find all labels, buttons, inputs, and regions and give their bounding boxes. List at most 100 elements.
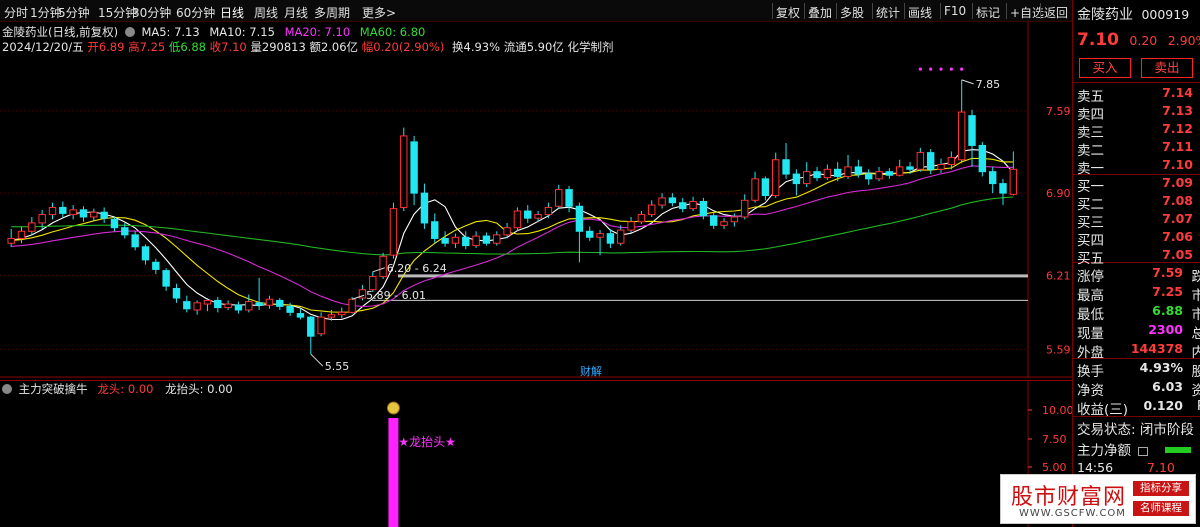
candle-up — [1009, 168, 1018, 195]
bar-close: 收7.10 — [209, 40, 247, 54]
candle-up — [544, 206, 553, 216]
candlestick-chart[interactable]: 7.59 6.90 6.21 5.59 7.85 5.55 6.20 - 6.24 5.89 … — [0, 22, 1072, 378]
candle-up — [689, 200, 697, 210]
candle-up — [658, 197, 666, 206]
dragon-raise-value: 龙抬头: 0.00 — [165, 382, 233, 396]
ask-row-value: 7.10 — [1162, 157, 1193, 172]
annotation-leader — [961, 79, 974, 85]
candle-up — [957, 111, 966, 161]
bid-row-value: 7.09 — [1162, 175, 1193, 190]
candle-down — [968, 115, 976, 146]
ma5-value: MA5: 7.13 — [141, 25, 200, 39]
candle-up — [7, 237, 15, 244]
candle-down — [121, 227, 129, 236]
stat-row-value: 6.88 — [1152, 303, 1183, 318]
tool-button-0[interactable]: 复权 — [776, 4, 800, 21]
watermark-title: 股市财富网 — [1011, 485, 1127, 510]
period-tab-2[interactable]: 5分钟 — [58, 4, 90, 21]
candle-up — [916, 152, 925, 170]
stock-code: 000919 — [1141, 7, 1190, 22]
indicator-chart[interactable]: 10.00 7.50 5.00 ★龙抬头★ — [0, 380, 1072, 527]
candle-down — [978, 144, 987, 173]
toolbar-separator — [1006, 3, 1007, 19]
ratio-row-label: 净资 — [1077, 383, 1104, 399]
ma60-line — [11, 196, 1014, 256]
bar-volume: 量290813 — [250, 40, 306, 54]
toolbar-separator — [804, 3, 805, 19]
stat-row-suffix: 跌 — [1192, 265, 1200, 285]
sell-button[interactable]: 卖出 — [1141, 58, 1193, 78]
ask-row: 卖五 7.14 — [1077, 85, 1200, 105]
toolbar-separator — [904, 3, 905, 19]
stat-row-value: 7.59 — [1152, 265, 1183, 280]
candle-down — [906, 166, 914, 170]
period-tab-4[interactable]: 30分钟 — [132, 4, 171, 21]
candle-down — [524, 210, 532, 219]
period-tab-1[interactable]: 1分钟 — [30, 4, 62, 21]
candle-down — [276, 299, 284, 307]
period-tab-10[interactable]: 更多> — [362, 4, 396, 21]
period-tab-5[interactable]: 60分钟 — [176, 4, 215, 21]
stat-row-label: 外盘 — [1077, 345, 1104, 361]
stat-row-suffix: 市 — [1192, 303, 1200, 323]
stat-row-label: 现量 — [1077, 326, 1104, 342]
y-tick-label: 7.50 — [1042, 433, 1067, 446]
net-flow-label: 主力净额 — [1077, 443, 1131, 459]
candle-up — [493, 234, 501, 244]
ratio-row: 换手 4.93% 股 — [1077, 360, 1200, 380]
buy-button[interactable]: 买入 — [1079, 58, 1131, 78]
tool-button-4[interactable]: 画线 — [908, 4, 932, 21]
period-tab-8[interactable]: 月线 — [284, 4, 308, 21]
stat-row-suffix: 内 — [1192, 341, 1200, 361]
ask-row: 卖二 7.11 — [1077, 139, 1200, 159]
tool-button-2[interactable]: 多股 — [840, 4, 864, 21]
ma20-value: MA20: 7.10 — [284, 25, 351, 39]
table-icon[interactable] — [1138, 447, 1149, 456]
signal-bar — [388, 418, 399, 527]
settings-dot-icon[interactable] — [124, 27, 135, 37]
bar-high: 高7.25 — [128, 40, 166, 54]
candle-up — [38, 214, 46, 224]
candle-up — [503, 227, 511, 236]
candle-up — [534, 214, 542, 219]
period-tab-0[interactable]: 分时 — [4, 4, 28, 21]
period-tab-7[interactable]: 周线 — [254, 4, 278, 21]
candle-down — [131, 234, 139, 248]
tool-button-1[interactable]: 叠加 — [808, 4, 832, 21]
signal-dot — [960, 67, 964, 71]
y-tick-label: 5.00 — [1042, 461, 1067, 474]
tool-button-8[interactable]: 返回 — [1044, 4, 1068, 21]
annotation-label: 7.85 — [976, 78, 1001, 91]
candle-up — [245, 301, 253, 311]
tool-button-6[interactable]: 标记 — [976, 4, 1000, 21]
ma10-line — [11, 157, 1014, 313]
period-tab-6[interactable]: 日线 — [220, 4, 244, 21]
tool-button-5[interactable]: F10 — [944, 4, 966, 18]
price-line: 7.10 0.20 2.90% — [1077, 30, 1200, 50]
ask-row: 卖一 7.10 — [1077, 157, 1200, 177]
ma-legend: 金陵药业(日线,前复权) MA5: 7.13 MA10: 7.15 MA20: … — [2, 24, 425, 40]
candle-up — [617, 229, 625, 244]
ask-row: 卖三 7.12 — [1077, 121, 1200, 141]
tool-button-7[interactable]: +自选 — [1010, 4, 1044, 21]
candle-up — [823, 168, 832, 179]
bid-row: 买四 7.06 — [1077, 229, 1200, 249]
candle-down — [110, 218, 119, 229]
annotation-leader — [310, 353, 324, 367]
y-tick-label: 5.59 — [1046, 343, 1071, 356]
net-flow-row: 主力净额 — [1077, 439, 1200, 459]
candle-up — [720, 221, 728, 226]
stock-name: 金陵药业 — [1077, 7, 1133, 23]
period-tab-9[interactable]: 多周期 — [314, 4, 350, 21]
indicator-name: 主力突破擒牛 — [18, 382, 88, 396]
candle-down — [172, 288, 181, 299]
indicator-settings-icon[interactable] — [2, 384, 12, 394]
bar-turnover: 换4.93% — [452, 40, 501, 54]
candle-down — [255, 302, 263, 306]
ratio-row-suffix: 股 — [1192, 360, 1200, 380]
candle-up — [327, 314, 336, 318]
tool-button-3[interactable]: 统计 — [876, 4, 900, 21]
ratio-row: 净资 6.03 资 — [1077, 379, 1200, 399]
candle-up — [875, 171, 883, 180]
stat-row: 现量 2300 总 — [1077, 322, 1200, 342]
